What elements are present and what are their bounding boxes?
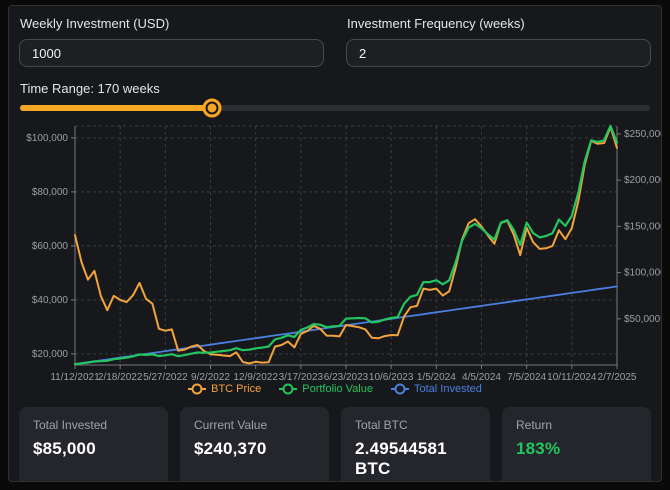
- card-label: Current Value: [194, 418, 315, 432]
- svg-text:12/9/2022: 12/9/2022: [233, 372, 278, 383]
- svg-text:$250,000: $250,000: [624, 129, 662, 140]
- legend-item-btc-price[interactable]: BTC Price: [188, 383, 261, 395]
- svg-text:6/23/2023: 6/23/2023: [324, 372, 369, 383]
- card-label: Return: [516, 418, 637, 432]
- svg-text:$20,000: $20,000: [32, 349, 69, 360]
- frequency-label: Investment Frequency (weeks): [347, 16, 651, 31]
- chart-legend: BTC Price Portfolio Value Total Invested: [19, 383, 651, 395]
- svg-text:1/5/2024: 1/5/2024: [417, 372, 456, 383]
- svg-text:$80,000: $80,000: [32, 187, 69, 198]
- frequency-field-group: Investment Frequency (weeks): [346, 13, 651, 67]
- btc-price-legend-marker-icon: [188, 388, 206, 390]
- svg-text:$100,000: $100,000: [26, 133, 68, 144]
- svg-text:10/11/2024: 10/11/2024: [547, 372, 597, 383]
- return-value: 183%: [516, 439, 637, 459]
- current-value-value: $240,370: [194, 439, 315, 459]
- legend-label: BTC Price: [211, 383, 261, 395]
- time-range-slider-handle[interactable]: [203, 99, 222, 118]
- svg-text:$100,000: $100,000: [624, 268, 662, 279]
- frequency-input[interactable]: [346, 39, 651, 67]
- card-label: Total BTC: [355, 418, 476, 432]
- svg-text:4/5/2024: 4/5/2024: [462, 372, 501, 383]
- legend-label: Total Invested: [414, 383, 482, 395]
- svg-text:3/17/2023: 3/17/2023: [279, 372, 324, 383]
- svg-text:$40,000: $40,000: [32, 295, 69, 306]
- svg-text:2/18/2022: 2/18/2022: [98, 372, 143, 383]
- legend-item-portfolio-value[interactable]: Portfolio Value: [279, 383, 373, 395]
- total-invested-legend-marker-icon: [391, 388, 409, 390]
- weekly-investment-input[interactable]: [19, 39, 324, 67]
- total-btc-value: 2.49544581 BTC: [355, 439, 476, 479]
- stats-cards-row: Total Invested $85,000 Current Value $24…: [19, 407, 651, 482]
- time-range-slider-track[interactable]: [20, 105, 650, 111]
- svg-text:2/7/2025: 2/7/2025: [598, 372, 637, 383]
- inputs-row: Weekly Investment (USD) Investment Frequ…: [19, 13, 651, 67]
- card-label: Total Invested: [33, 418, 154, 432]
- svg-text:9/2/2022: 9/2/2022: [191, 372, 230, 383]
- svg-text:$150,000: $150,000: [624, 221, 662, 232]
- time-range-slider-fill: [20, 105, 212, 111]
- portfolio-value-legend-marker-icon: [279, 388, 297, 390]
- total-invested-value: $85,000: [33, 439, 154, 459]
- legend-label: Portfolio Value: [302, 383, 373, 395]
- legend-item-total-invested[interactable]: Total Invested: [391, 383, 482, 395]
- svg-text:7/5/2024: 7/5/2024: [507, 372, 546, 383]
- total-invested-card: Total Invested $85,000: [19, 407, 168, 482]
- time-range-section: Time Range: 170 weeks: [19, 81, 651, 111]
- svg-text:$50,000: $50,000: [624, 314, 661, 325]
- svg-text:10/6/2023: 10/6/2023: [369, 372, 414, 383]
- svg-text:$60,000: $60,000: [32, 241, 69, 252]
- svg-text:11/12/2021: 11/12/2021: [50, 372, 100, 383]
- svg-text:5/27/2022: 5/27/2022: [143, 372, 188, 383]
- weekly-investment-label: Weekly Investment (USD): [20, 16, 324, 31]
- chart-svg: $20,000 $40,000 $60,000 $80,000 $100,000 $50,…: [19, 117, 662, 383]
- chart-section: $20,000$40,000$60,000$80,000$100,000$50,…: [19, 117, 651, 395]
- time-range-label: Time Range: 170 weeks: [20, 81, 651, 96]
- weekly-investment-field-group: Weekly Investment (USD): [19, 13, 324, 67]
- total-btc-card: Total BTC 2.49544581 BTC: [341, 407, 490, 482]
- current-value-card: Current Value $240,370: [180, 407, 329, 482]
- return-card: Return 183%: [502, 407, 651, 482]
- dca-calculator-app: Weekly Investment (USD) Investment Frequ…: [8, 5, 662, 482]
- svg-text:$200,000: $200,000: [624, 175, 662, 186]
